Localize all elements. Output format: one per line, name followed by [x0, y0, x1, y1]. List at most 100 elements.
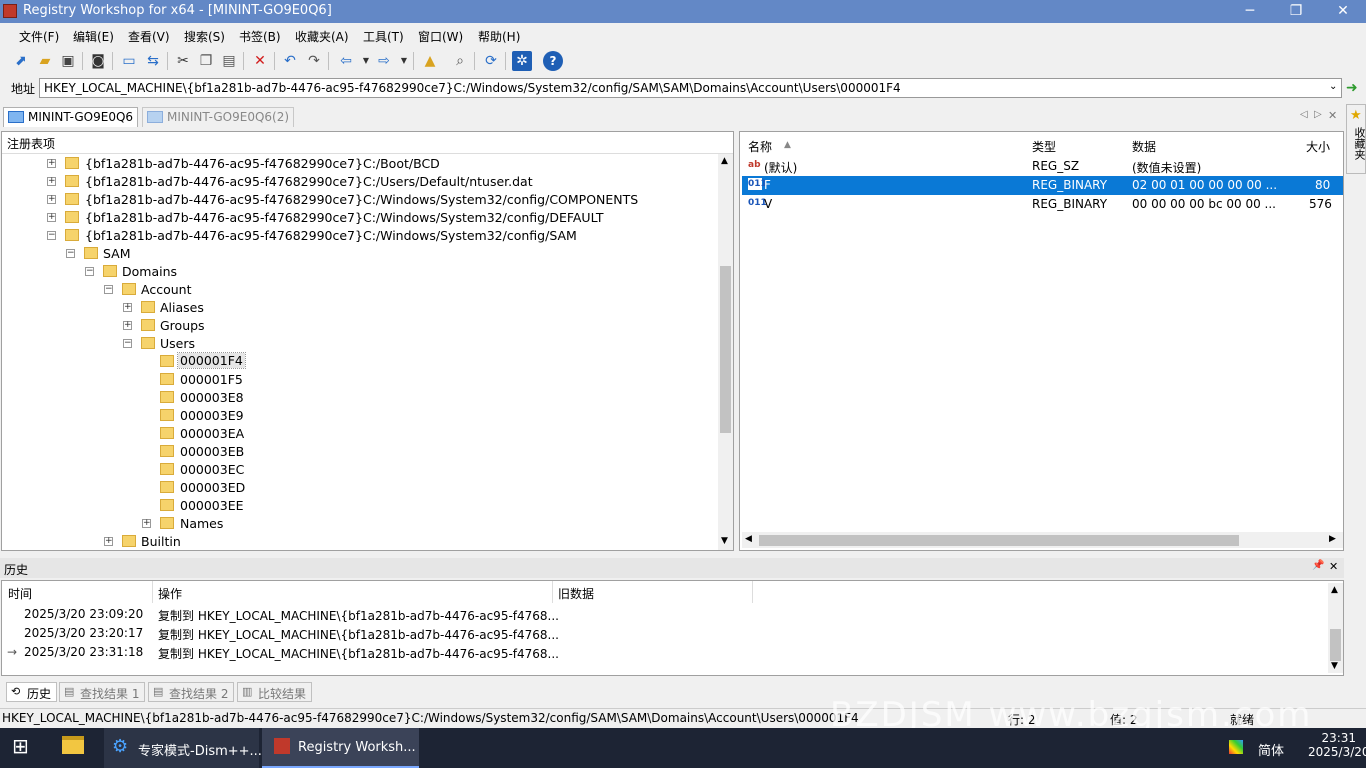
col-time-header[interactable]: 时间 [8, 585, 32, 602]
history-row-time[interactable]: 2025/3/20 23:31:18 [24, 645, 143, 659]
scroll-up-icon[interactable]: ▲ [1331, 585, 1338, 595]
registry-workshop-app-icon[interactable] [3, 4, 17, 18]
scroll-thumb[interactable] [720, 266, 731, 433]
paste-icon[interactable]: ▤ [219, 51, 239, 71]
tab-find-results-2[interactable]: ▤ 查找结果 2 [148, 682, 235, 702]
value-row[interactable]: 011 V REG_BINARY 00 00 00 00 bc 00 00 ... 57… [742, 195, 1343, 214]
favorites-panel-tab[interactable]: ★ 收藏夹 [1346, 104, 1366, 174]
history-close-icon[interactable]: ✕ [1329, 560, 1338, 573]
find-results-icon: ▤ [64, 685, 75, 698]
taskbar: ⊞ ⚙ 专家模式-Dism++... Registry Worksh... 简体 … [0, 728, 1366, 768]
new-key-icon[interactable]: ⬈ [11, 51, 31, 71]
back-dropdown-icon[interactable]: ▼ [356, 51, 376, 71]
address-input[interactable]: HKEY_LOCAL_MACHINE\{bf1a281b-ad7b-4476-a… [39, 78, 1342, 98]
address-dropdown-icon[interactable]: ⌄ [1329, 81, 1337, 92]
save-icon[interactable]: ▣ [58, 51, 78, 71]
history-vertical-scrollbar[interactable]: ▲ ▼ [1328, 583, 1343, 673]
start-windows-icon[interactable]: ⊞ [12, 728, 29, 768]
tab-scroll-right-icon[interactable]: ▷ [1314, 109, 1322, 120]
menu-help[interactable]: 帮助(H) [478, 28, 520, 45]
tab-close-icon[interactable]: ✕ [1328, 109, 1337, 122]
computer-icon [8, 111, 24, 123]
scroll-down-icon[interactable]: ▼ [1331, 661, 1338, 671]
value-row-selected[interactable]: 011 F REG_BINARY 02 00 01 00 00 00 00 ... 80 [742, 176, 1343, 195]
title-bar: Registry Workshop for x64 - [MININT-GO9E… [0, 0, 1366, 23]
menu-window[interactable]: 窗口(W) [418, 28, 463, 45]
col-name-header[interactable]: 名称 [748, 138, 772, 155]
col-type-header[interactable]: 类型 [1032, 138, 1056, 155]
tab-find-results-1[interactable]: ▤ 查找结果 1 [59, 682, 146, 702]
history-icon: ⟲ [11, 685, 21, 698]
taskbar-registry-item[interactable]: Registry Worksh... [262, 728, 419, 768]
tab-computer-1[interactable]: MININT-GO9E0Q6 [3, 107, 139, 127]
menu-search[interactable]: 搜索(S) [184, 28, 225, 45]
ime-indicator[interactable]: 简体 [1258, 728, 1284, 768]
copy-icon[interactable]: ❐ [196, 51, 216, 71]
maximize-button[interactable]: ❐ [1273, 0, 1319, 23]
scroll-right-icon[interactable]: ▶ [1329, 534, 1336, 544]
menu-favorites[interactable]: 收藏夹(A) [295, 28, 349, 45]
go-icon[interactable]: ➜ [1346, 80, 1358, 96]
gear-icon: ⚙ [112, 736, 129, 757]
status-bar: HKEY_LOCAL_MACHINE\{bf1a281b-ad7b-4476-a… [0, 695, 1366, 735]
color-icon[interactable] [1229, 728, 1243, 768]
refresh-icon[interactable]: ⟳ [481, 51, 501, 71]
pin-icon[interactable]: 📌 [1312, 560, 1324, 571]
toolbar: ⬈ ▰ ▣ ◙ ▭ ⇆ ✂ ❐ ▤ ✕ ↶ ↷ ⇦ ▼ ⇨ ▼ ▲ ⌕ ⟳ ✲ … [0, 47, 1366, 75]
clock[interactable]: 23:31 2025/3/20 [1308, 728, 1366, 768]
history-row-time[interactable]: 2025/3/20 23:20:17 [24, 626, 143, 640]
menu-bookmarks[interactable]: 书签(B) [239, 28, 281, 45]
close-button[interactable]: ✕ [1320, 0, 1366, 23]
help-icon[interactable]: ? [543, 51, 563, 71]
undo-icon[interactable]: ↶ [280, 51, 300, 71]
open-icon[interactable]: ▰ [35, 51, 55, 71]
registry-tree-pane: 注册表项 + {bf1a281b-ad7b-4476-ac95-f47682990… [1, 131, 734, 551]
scroll-left-icon[interactable]: ◀ [745, 534, 752, 544]
history-row-op[interactable]: 复制到 HKEY_LOCAL_MACHINE\{bf1a281b-ad7b-44… [158, 626, 559, 643]
scroll-thumb[interactable] [759, 535, 1239, 546]
history-row-op[interactable]: 复制到 HKEY_LOCAL_MACHINE\{bf1a281b-ad7b-44… [158, 645, 559, 662]
connect-computer-icon[interactable]: ▭ [119, 51, 139, 71]
menu-edit[interactable]: 编辑(E) [73, 28, 114, 45]
menu-file[interactable]: 文件(F) [19, 28, 59, 45]
minimize-button[interactable]: ─ [1227, 0, 1273, 23]
tab-compare-results[interactable]: ▥ 比较结果 [237, 682, 313, 702]
screenshot-icon[interactable]: ◙ [88, 51, 108, 71]
tab-computer-2[interactable]: MININT-GO9E0Q6(2) [142, 107, 295, 127]
menu-bar: 文件(F) 编辑(E) 查看(V) 搜索(S) 书签(B) 收藏夹(A) 工具(… [0, 23, 1366, 47]
redo-icon[interactable]: ↷ [304, 51, 324, 71]
compare-icon: ▥ [242, 685, 253, 698]
forward-icon[interactable]: ⇨ [374, 51, 394, 71]
col-operation-header[interactable]: 操作 [158, 585, 182, 602]
history-row-op[interactable]: 复制到 HKEY_LOCAL_MACHINE\{bf1a281b-ad7b-44… [158, 607, 559, 624]
back-icon[interactable]: ⇦ [336, 51, 356, 71]
col-size-header[interactable]: 大小 [1306, 138, 1330, 155]
value-row[interactable]: ab (默认) REG_SZ (数值未设置) [742, 157, 1343, 176]
scroll-up-icon[interactable]: ▲ [721, 156, 728, 166]
up-level-icon[interactable]: ▲ [420, 51, 440, 71]
delete-icon[interactable]: ✕ [250, 51, 270, 71]
menu-view[interactable]: 查看(V) [128, 28, 170, 45]
history-row-time[interactable]: 2025/3/20 23:09:20 [24, 607, 143, 621]
registry-icon [274, 738, 290, 754]
col-data-header[interactable]: 数据 [1132, 138, 1156, 155]
computer-icon [147, 111, 163, 123]
find-icon[interactable]: ⌕ [450, 51, 470, 71]
tree-vertical-scrollbar[interactable]: ▲ ▼ [718, 154, 733, 550]
menu-tools[interactable]: 工具(T) [363, 28, 404, 45]
scroll-down-icon[interactable]: ▼ [721, 536, 728, 546]
file-explorer-icon[interactable] [62, 728, 88, 768]
tab-history[interactable]: ⟲ 历史 [6, 682, 58, 702]
values-horizontal-scrollbar[interactable]: ◀ ▶ [742, 532, 1343, 548]
history-list: 时间 操作 旧数据 2025/3/20 23:09:20 复制到 HKEY_LO… [1, 580, 1344, 676]
taskbar-dism-item[interactable]: ⚙ 专家模式-Dism++... [104, 728, 262, 768]
forward-dropdown-icon[interactable]: ▼ [394, 51, 414, 71]
settings-icon[interactable]: ✲ [512, 51, 532, 71]
scroll-thumb[interactable] [1330, 629, 1341, 661]
col-old-data-header[interactable]: 旧数据 [558, 585, 594, 602]
tab-scroll-left-icon[interactable]: ◁ [1300, 109, 1308, 120]
cut-icon[interactable]: ✂ [173, 51, 193, 71]
current-arrow-icon: → [7, 645, 18, 659]
find-results-icon: ▤ [153, 685, 164, 698]
disconnect-icon[interactable]: ⇆ [143, 51, 163, 71]
